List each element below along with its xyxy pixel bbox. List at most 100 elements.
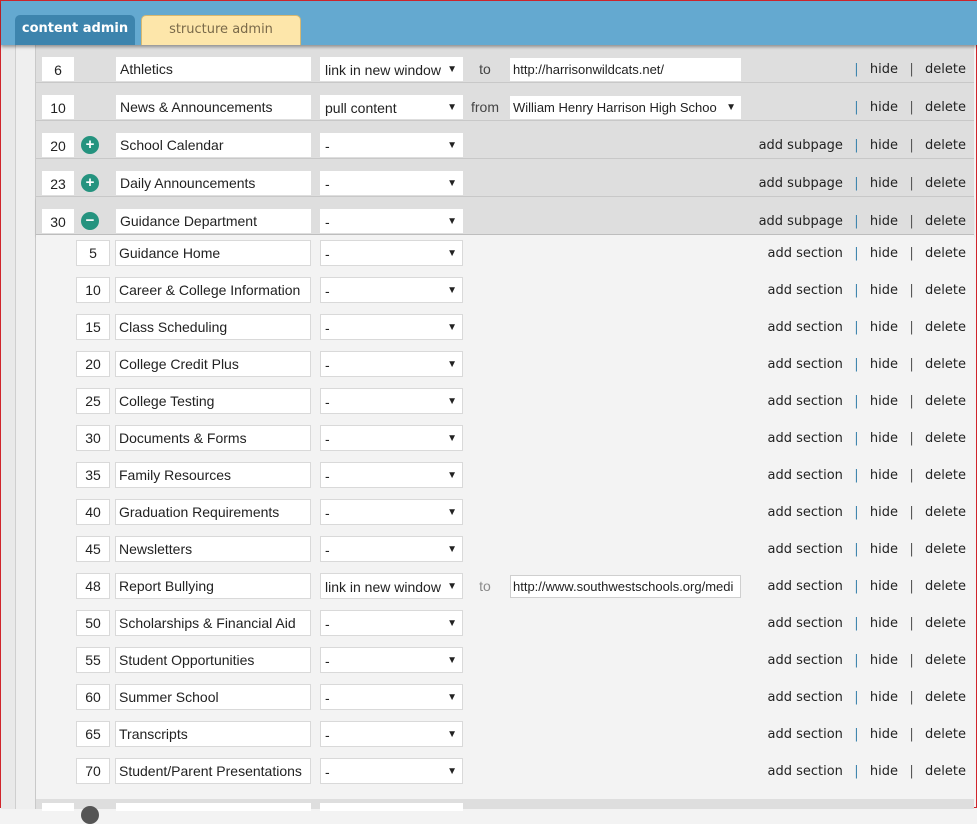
type-select[interactable]: - ▼	[320, 499, 463, 525]
add-section-link[interactable]: add section	[767, 616, 842, 631]
hide-link[interactable]: hide	[870, 505, 898, 520]
type-select[interactable]: - ▼	[320, 351, 463, 377]
delete-link[interactable]: delete	[925, 176, 966, 191]
type-select[interactable]: - ▼	[320, 721, 463, 747]
order-input[interactable]: 70	[76, 758, 110, 784]
delete-link[interactable]: delete	[925, 616, 966, 631]
delete-link[interactable]: delete	[925, 246, 966, 261]
delete-link[interactable]: delete	[925, 100, 966, 115]
add-section-link[interactable]: add section	[767, 579, 842, 594]
hide-link[interactable]: hide	[870, 320, 898, 335]
hide-link[interactable]: hide	[870, 764, 898, 779]
title-input[interactable]: News & Announcements	[116, 95, 311, 119]
collapse-icon[interactable]: −	[81, 212, 99, 230]
delete-link[interactable]: delete	[925, 690, 966, 705]
tab-structure-admin[interactable]: structure admin	[141, 15, 301, 45]
add-section-link[interactable]: add section	[767, 283, 842, 298]
order-input[interactable]: 10	[42, 95, 74, 119]
title-input[interactable]: Family Resources	[115, 462, 311, 488]
type-select[interactable]: - ▼	[320, 240, 463, 266]
type-select[interactable]: - ▼	[320, 684, 463, 710]
title-input[interactable]: Newsletters	[115, 536, 311, 562]
delete-link[interactable]: delete	[925, 357, 966, 372]
delete-link[interactable]: delete	[925, 542, 966, 557]
order-input[interactable]: 45	[76, 536, 110, 562]
title-input[interactable]: Athletics	[116, 57, 311, 81]
order-input[interactable]: 48	[76, 573, 110, 599]
add-section-link[interactable]: add section	[767, 727, 842, 742]
delete-link[interactable]: delete	[925, 727, 966, 742]
title-input[interactable]: Student/Parent Presentations	[115, 758, 311, 784]
delete-link[interactable]: delete	[925, 579, 966, 594]
delete-link[interactable]: delete	[925, 764, 966, 779]
hide-link[interactable]: hide	[870, 176, 898, 191]
title-input[interactable]: Report Bullying	[115, 573, 311, 599]
order-input[interactable]: 5	[76, 240, 110, 266]
delete-link[interactable]: delete	[925, 320, 966, 335]
hide-link[interactable]: hide	[870, 138, 898, 153]
expand-icon[interactable]: +	[81, 136, 99, 154]
order-input[interactable]: 35	[76, 462, 110, 488]
type-select[interactable]: pull content ▼	[320, 95, 463, 119]
add-section-link[interactable]: add section	[767, 468, 842, 483]
add-section-link[interactable]: add section	[767, 320, 842, 335]
hide-link[interactable]: hide	[870, 468, 898, 483]
hide-link[interactable]: hide	[870, 727, 898, 742]
type-select[interactable]: - ▼	[320, 758, 463, 784]
title-input[interactable]: Scholarships & Financial Aid	[115, 610, 311, 636]
order-input[interactable]: 60	[76, 684, 110, 710]
type-select[interactable]: - ▼	[320, 647, 463, 673]
order-input[interactable]: 50	[76, 610, 110, 636]
hide-link[interactable]: hide	[870, 579, 898, 594]
type-select[interactable]: - ▼	[320, 425, 463, 451]
delete-link[interactable]: delete	[925, 468, 966, 483]
hide-link[interactable]: hide	[870, 431, 898, 446]
add-section-link[interactable]: add section	[767, 542, 842, 557]
hide-link[interactable]: hide	[870, 100, 898, 115]
add-section-link[interactable]: add section	[767, 431, 842, 446]
type-select[interactable]: - ▼	[320, 536, 463, 562]
delete-link[interactable]: delete	[925, 283, 966, 298]
type-select[interactable]: - ▼	[320, 277, 463, 303]
order-input[interactable]: 6	[42, 57, 74, 81]
add-subpage-link[interactable]: add subpage	[759, 214, 843, 229]
add-section-link[interactable]: add section	[767, 690, 842, 705]
title-input[interactable]: Daily Announcements	[116, 171, 311, 195]
add-subpage-link[interactable]: add subpage	[759, 138, 843, 153]
type-select[interactable]: - ▼	[320, 209, 463, 233]
toggle-icon[interactable]	[81, 806, 99, 824]
order-input[interactable]: 23	[42, 171, 74, 195]
add-section-link[interactable]: add section	[767, 394, 842, 409]
title-input[interactable]: Class Scheduling	[115, 314, 311, 340]
title-input[interactable]: Career & College Information	[115, 277, 311, 303]
hide-link[interactable]: hide	[870, 616, 898, 631]
add-section-link[interactable]: add section	[767, 357, 842, 372]
delete-link[interactable]: delete	[925, 138, 966, 153]
type-select[interactable]: - ▼	[320, 171, 463, 195]
add-section-link[interactable]: add section	[767, 653, 842, 668]
order-input[interactable]: 20	[42, 133, 74, 157]
order-input[interactable]: 25	[76, 388, 110, 414]
delete-link[interactable]: delete	[925, 505, 966, 520]
order-input[interactable]: 20	[76, 351, 110, 377]
type-select[interactable]: link in new window ▼	[320, 573, 463, 599]
expand-icon[interactable]: +	[81, 174, 99, 192]
type-select[interactable]: - ▼	[320, 610, 463, 636]
order-input[interactable]	[42, 803, 74, 811]
title-input[interactable]: Summer School	[115, 684, 311, 710]
title-input[interactable]: Graduation Requirements	[115, 499, 311, 525]
add-section-link[interactable]: add section	[767, 505, 842, 520]
add-subpage-link[interactable]: add subpage	[759, 176, 843, 191]
delete-link[interactable]: delete	[925, 653, 966, 668]
hide-link[interactable]: hide	[870, 357, 898, 372]
url-input[interactable]: http://www.southwestschools.org/medi	[510, 575, 741, 598]
type-select[interactable]: - ▼	[320, 462, 463, 488]
delete-link[interactable]: delete	[925, 214, 966, 229]
hide-link[interactable]: hide	[870, 62, 898, 77]
hide-link[interactable]: hide	[870, 214, 898, 229]
title-input[interactable]: Documents & Forms	[115, 425, 311, 451]
type-select[interactable]: link in new window ▼	[320, 57, 463, 81]
order-input[interactable]: 30	[42, 209, 74, 233]
order-input[interactable]: 15	[76, 314, 110, 340]
delete-link[interactable]: delete	[925, 394, 966, 409]
